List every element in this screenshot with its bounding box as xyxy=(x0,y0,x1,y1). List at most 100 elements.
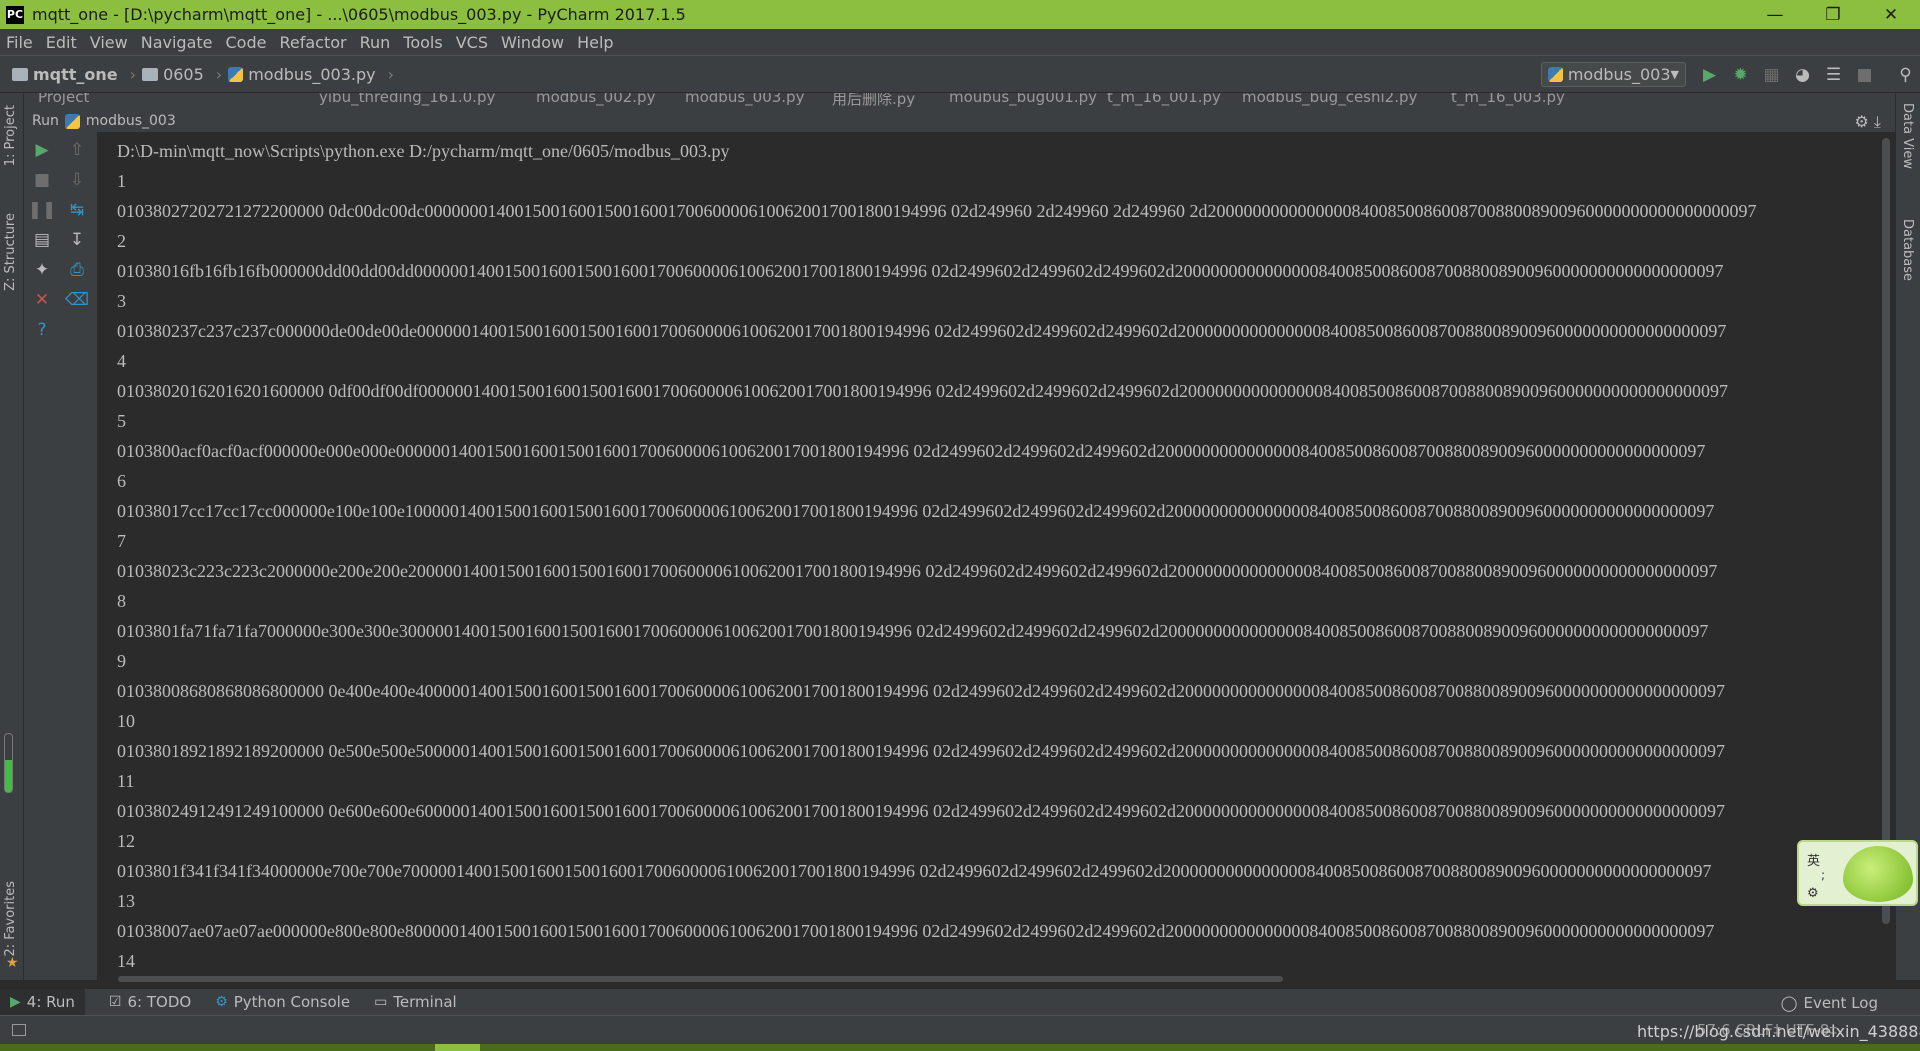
gear-icon[interactable]: ⚙ xyxy=(1807,886,1819,901)
trash-icon[interactable]: ⌫ xyxy=(65,290,89,310)
breadcrumb-file-label: modbus_003.py xyxy=(248,64,376,84)
tab-file[interactable]: modbus_bug_ceshi2.py xyxy=(1242,93,1417,106)
concurrency-icon[interactable]: ☰ xyxy=(1818,62,1849,87)
console-index: 8 xyxy=(117,591,126,611)
python-file-icon xyxy=(228,66,244,82)
menu-run[interactable]: Run xyxy=(360,33,391,52)
pause-icon[interactable]: ❚❚ xyxy=(28,200,57,220)
watermark-text: https://blog.csdn.net/weixin_43888863 xyxy=(1637,1022,1920,1041)
run-console-output[interactable]: D:\D-min\mqtt_now\Scripts\python.exe D:/… xyxy=(99,132,1878,980)
close-icon[interactable]: ✕ xyxy=(32,290,52,310)
run-icon[interactable]: ▶ xyxy=(1694,62,1725,87)
console-index: 7 xyxy=(117,531,126,551)
tab-file[interactable]: 用后删除.py xyxy=(832,93,915,109)
restore-layout-icon[interactable]: ▤ xyxy=(32,230,52,250)
folder-icon xyxy=(12,67,28,81)
menu-file[interactable]: File xyxy=(6,33,33,52)
run-panel-config[interactable]: modbus_003 xyxy=(86,113,176,129)
help-icon[interactable]: ? xyxy=(32,320,52,340)
console-index: 4 xyxy=(117,351,126,371)
tab-file[interactable]: t_m_16_001.py xyxy=(1107,93,1221,106)
console-text: D:\D-min\mqtt_now\Scripts\python.exe D:/… xyxy=(99,132,1878,976)
rerun-icon[interactable]: ▶ xyxy=(32,140,52,160)
console-line: 010380237c237c237c000000de00de00de000000… xyxy=(117,321,1727,341)
tab-file[interactable]: yibu_threding_161.0.py xyxy=(319,93,495,106)
scroll-thumb[interactable] xyxy=(1882,138,1890,924)
menu-window[interactable]: Window xyxy=(501,33,564,52)
toggle-tool-windows-icon[interactable] xyxy=(12,1024,26,1036)
python-file-icon xyxy=(1548,67,1563,82)
breadcrumb-file[interactable]: modbus_003.py xyxy=(228,64,376,84)
profile-icon[interactable]: ◕ xyxy=(1787,62,1818,87)
tab-terminal[interactable]: ▭ Terminal xyxy=(374,993,457,1011)
tab-file-active[interactable]: modbus_003.py xyxy=(685,93,804,106)
tool-tab-structure[interactable]: Z: Structure xyxy=(3,213,18,291)
console-line: 01038007ae07ae07ae000000e800e800e8000001… xyxy=(117,921,1715,941)
arrow-up-icon[interactable]: ⇧ xyxy=(67,140,87,160)
console-line: 0103801fa71fa71fa7000000e300e300e3000001… xyxy=(117,621,1709,641)
taskbar-active-item[interactable] xyxy=(435,1044,480,1051)
console-index: 13 xyxy=(117,891,135,911)
console-index: 14 xyxy=(117,951,135,971)
print-icon[interactable]: ⎙ xyxy=(67,260,87,280)
pin-icon[interactable]: ✦ xyxy=(32,260,52,280)
console-index: 9 xyxy=(117,651,126,671)
soft-wrap-icon[interactable]: ↹ xyxy=(67,200,87,220)
restore-icon[interactable]: ❐ xyxy=(1804,0,1862,29)
tab-file[interactable]: moubus_bug001.py xyxy=(949,93,1097,106)
tab-file[interactable]: t_m_16_003.py xyxy=(1451,93,1565,106)
debug-icon[interactable]: ✹ xyxy=(1725,62,1756,87)
scroll-to-end-icon[interactable]: ↧ xyxy=(67,230,87,250)
caret-down-icon: ▼ xyxy=(1670,68,1679,81)
console-index: 5 xyxy=(117,411,126,431)
console-horizontal-scrollbar[interactable] xyxy=(118,976,1283,982)
breadcrumb-folder[interactable]: 0605 xyxy=(142,65,204,84)
coverage-icon[interactable]: ▦ xyxy=(1756,62,1787,87)
menu-refactor[interactable]: Refactor xyxy=(279,33,346,52)
tab-run-label: 4: Run xyxy=(26,993,75,1011)
gear-icon[interactable]: ⚙ ⤓ xyxy=(1854,112,1881,132)
tab-todo[interactable]: ☑ 6: TODO xyxy=(109,993,191,1011)
stop-icon[interactable]: ■ xyxy=(1849,62,1880,87)
menu-code[interactable]: Code xyxy=(226,33,267,52)
close-icon[interactable]: ✕ xyxy=(1862,0,1920,29)
pycharm-logo-icon: PC xyxy=(6,5,24,24)
memory-indicator xyxy=(4,733,13,793)
menu-navigate[interactable]: Navigate xyxy=(141,33,213,52)
window-title: mqtt_one - [D:\pycharm\mqtt_one] - ...\0… xyxy=(32,5,686,24)
ime-language[interactable]: 英 xyxy=(1807,850,1820,869)
breadcrumb-project[interactable]: mqtt_one xyxy=(12,65,118,84)
menu-edit[interactable]: Edit xyxy=(46,33,77,52)
console-line: 01038016fb16fb16fb000000dd00dd00dd000000… xyxy=(117,261,1724,281)
run-configuration-select[interactable]: modbus_003 ▼ xyxy=(1541,62,1686,87)
tab-todo-label: 6: TODO xyxy=(127,993,192,1011)
minimize-icon[interactable]: — xyxy=(1746,0,1804,29)
run-side-toolbar: ▶ ■ ❚❚ ▤ ✦ ✕ ? xyxy=(24,132,59,980)
console-line: 01038024912491249100000 0e600e600e600000… xyxy=(117,801,1725,821)
breadcrumb-project-label: mqtt_one xyxy=(33,64,118,84)
run-side-toolbar-2: ⇧ ⇩ ↹ ↧ ⎙ ⌫ xyxy=(59,132,98,980)
menu-view[interactable]: View xyxy=(90,33,128,52)
navigation-bar: mqtt_one › 0605 › modbus_003.py › modbus… xyxy=(0,55,1920,93)
menu-help[interactable]: Help xyxy=(577,33,613,52)
tool-tab-project[interactable]: 1: Project xyxy=(3,105,18,166)
tab-python-console[interactable]: ⚙ Python Console xyxy=(215,993,350,1011)
python-file-icon xyxy=(64,113,80,129)
console-index: 6 xyxy=(117,471,126,491)
event-log-button[interactable]: ◯ Event Log xyxy=(1781,994,1878,1012)
search-icon[interactable]: ⚲ xyxy=(1890,62,1920,87)
chevron-right-icon: › xyxy=(129,64,137,84)
arrow-down-icon[interactable]: ⇩ xyxy=(67,170,87,190)
tool-tab-favorites[interactable]: 2: Favorites xyxy=(3,881,18,957)
tab-file[interactable]: modbus_002.py xyxy=(536,93,655,106)
ime-widget[interactable]: 英 ; ⚙ xyxy=(1797,840,1918,906)
tab-run[interactable]: ▶ 4: Run xyxy=(0,988,85,1016)
tool-tab-database[interactable]: Database xyxy=(1900,219,1915,281)
menu-tools[interactable]: Tools xyxy=(403,33,442,52)
tab-terminal-label: Terminal xyxy=(393,993,457,1011)
stop-icon[interactable]: ■ xyxy=(32,170,52,190)
menu-vcs[interactable]: VCS xyxy=(456,33,488,52)
tool-tab-data-view[interactable]: Data View xyxy=(1900,103,1915,169)
tab-project[interactable]: Project xyxy=(38,93,89,106)
run-toolbar: ▶ ✹ ▦ ◕ ☰ ■ ⚲ xyxy=(1694,62,1920,87)
